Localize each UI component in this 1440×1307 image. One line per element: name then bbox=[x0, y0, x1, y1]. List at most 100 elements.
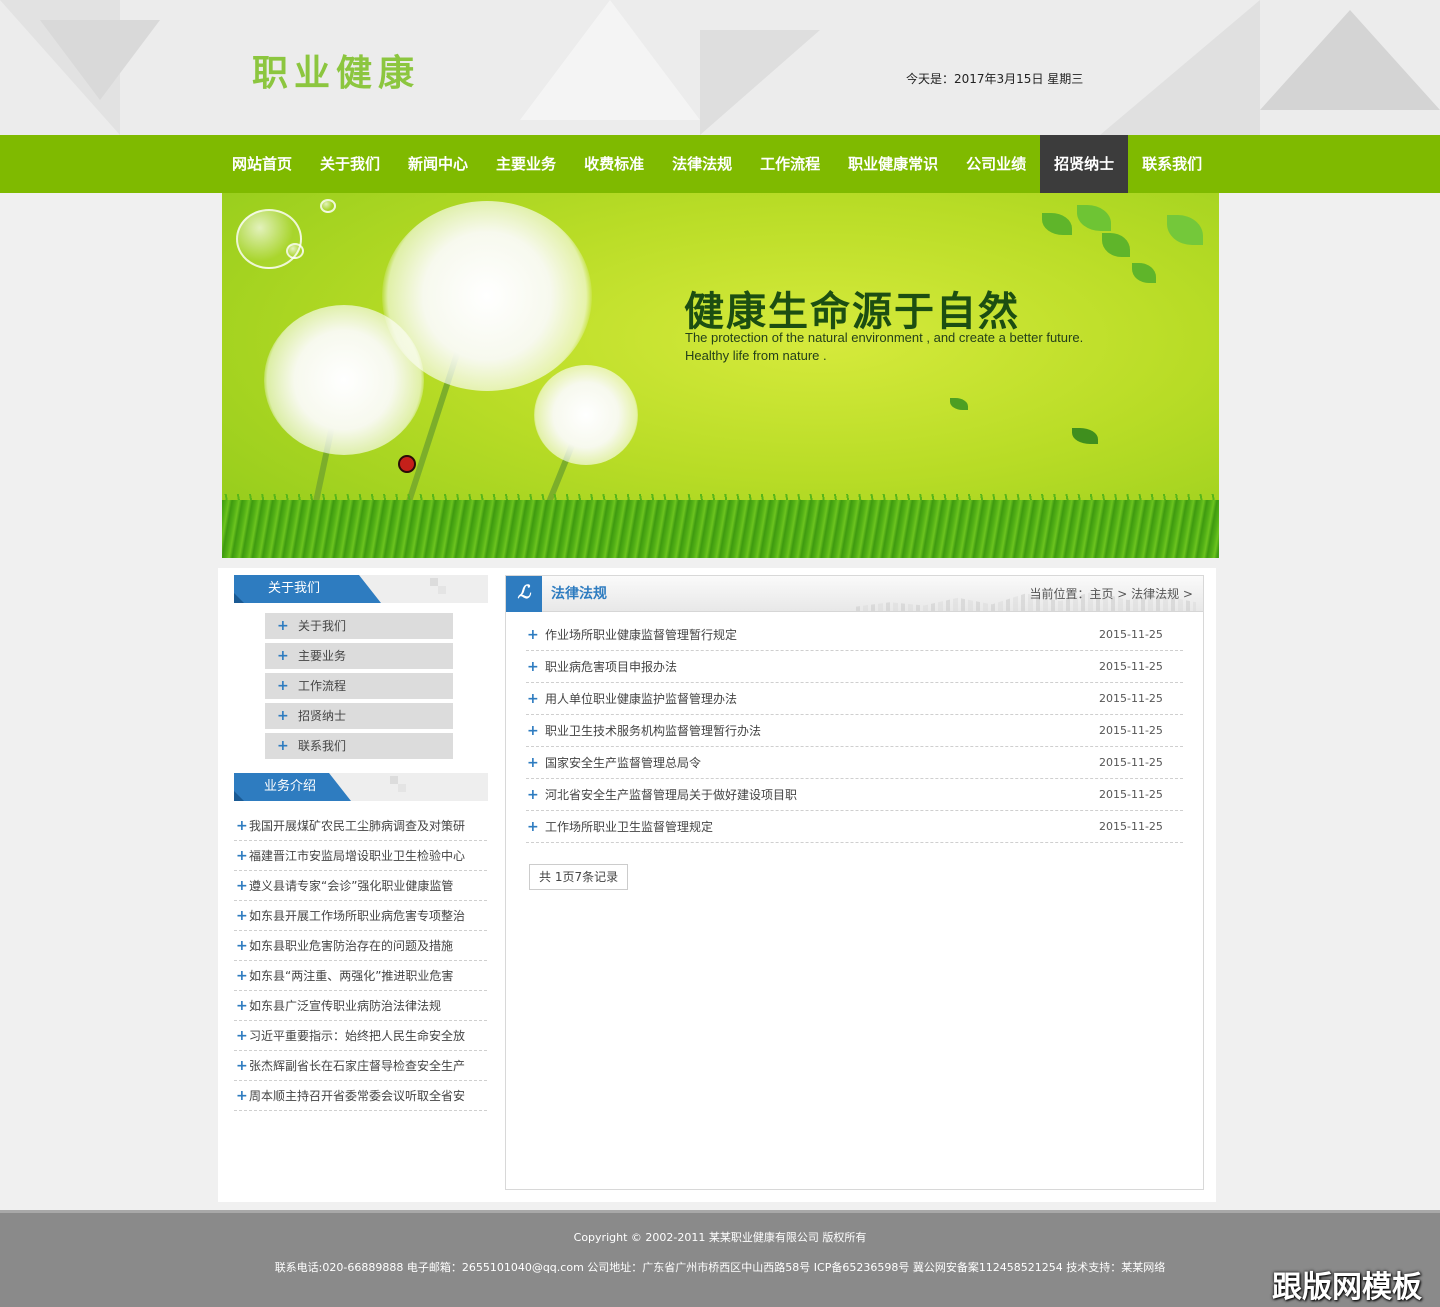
sidebar-business-header: 业务介绍 bbox=[234, 773, 488, 801]
dandelion-image bbox=[534, 365, 638, 465]
sidebar-item-about[interactable]: + 关于我们 bbox=[265, 613, 453, 639]
plus-icon: + bbox=[277, 678, 289, 694]
article-date: 2015-11-25 bbox=[1099, 756, 1163, 769]
list-item[interactable]: + 习近平重要指示：始终把人民生命安全放 bbox=[234, 1021, 487, 1051]
section-logo-icon: ℒ bbox=[506, 576, 542, 612]
nav-item-recruitment[interactable]: 招贤纳士 bbox=[1040, 135, 1129, 193]
hero-banner: 健康生命源于自然 The protection of the natural e… bbox=[222, 193, 1219, 558]
article-date: 2015-11-25 bbox=[1099, 660, 1163, 673]
sidebar-item-recruitment[interactable]: + 招贤纳士 bbox=[265, 703, 453, 729]
nav-item-news[interactable]: 新闻中心 bbox=[394, 135, 482, 193]
article-date: 2015-11-25 bbox=[1099, 628, 1163, 641]
nav-item-business[interactable]: 主要业务 bbox=[482, 135, 570, 193]
article-row[interactable]: + 河北省安全生产监督管理局关于做好建设项目职 2015-11-25 bbox=[526, 779, 1183, 811]
leaf-decoration bbox=[1072, 428, 1098, 444]
sidebar-about-list: + 关于我们 + 主要业务 + 工作流程 + 招贤纳士 + 联系我们 bbox=[265, 613, 488, 759]
nav-item-contact[interactable]: 联系我们 bbox=[1128, 135, 1216, 193]
plus-icon: + bbox=[236, 1058, 248, 1074]
article-title[interactable]: 作业场所职业健康监督管理暂行规定 bbox=[545, 628, 737, 642]
nav-item-laws[interactable]: 法律法规 bbox=[658, 135, 746, 193]
grass-decoration bbox=[222, 500, 1219, 558]
plus-icon: + bbox=[277, 738, 289, 754]
nav-item-workflow[interactable]: 工作流程 bbox=[746, 135, 834, 193]
article-row[interactable]: + 职业卫生技术服务机构监督管理暂行办法 2015-11-25 bbox=[526, 715, 1183, 747]
bubble-decoration bbox=[320, 199, 336, 213]
watermark-logo: 跟版网模板 bbox=[1272, 1270, 1422, 1305]
article-date: 2015-11-25 bbox=[1099, 788, 1163, 801]
list-item[interactable]: + 遵义县请专家“会诊”强化职业健康监管 bbox=[234, 871, 487, 901]
nav-item-fees[interactable]: 收费标准 bbox=[570, 135, 658, 193]
article-date: 2015-11-25 bbox=[1099, 820, 1163, 833]
sidebar-item-workflow[interactable]: + 工作流程 bbox=[265, 673, 453, 699]
article-title[interactable]: 职业卫生技术服务机构监督管理暂行办法 bbox=[545, 724, 761, 738]
article-title[interactable]: 用人单位职业健康监护监督管理办法 bbox=[545, 692, 737, 706]
plus-icon: + bbox=[527, 755, 539, 771]
article-title[interactable]: 河北省安全生产监督管理局关于做好建设项目职 bbox=[545, 788, 797, 802]
bubble-decoration bbox=[236, 209, 302, 269]
list-item[interactable]: + 如东县广泛宣传职业病防治法律法规 bbox=[234, 991, 487, 1021]
plus-icon: + bbox=[527, 659, 539, 675]
sidebar: 关于我们 + 关于我们 + 主要业务 + 工作流程 + 招贤纳士 + 联系我们 业务介绍 … bbox=[234, 575, 488, 1111]
plus-icon: + bbox=[236, 968, 248, 984]
article-title[interactable]: 工作场所职业卫生监督管理规定 bbox=[545, 820, 713, 834]
content-panel: ℒ 法律法规 当前位置：主页 > 法律法规 > + 作业场所职业健康监督管理暂行规… bbox=[505, 575, 1204, 1190]
list-item[interactable]: + 张杰辉副省长在石家庄督导检查安全生产 bbox=[234, 1051, 487, 1081]
article-row[interactable]: + 作业场所职业健康监督管理暂行规定 2015-11-25 bbox=[526, 619, 1183, 651]
nav-item-performance[interactable]: 公司业绩 bbox=[952, 135, 1040, 193]
banner-subtitle: The protection of the natural environmen… bbox=[685, 330, 1084, 363]
site-header: 职业健康 今天是：2017年3月15日 星期三 bbox=[0, 0, 1440, 135]
plus-icon: + bbox=[277, 708, 289, 724]
list-item[interactable]: + 周本顺主持召开省委常委会议听取全省安 bbox=[234, 1081, 487, 1111]
article-date: 2015-11-25 bbox=[1099, 692, 1163, 705]
list-item[interactable]: + 如东县“两注重、两强化”推进职业危害 bbox=[234, 961, 487, 991]
bubble-decoration bbox=[286, 243, 304, 259]
article-row[interactable]: + 用人单位职业健康监护监督管理办法 2015-11-25 bbox=[526, 683, 1183, 715]
page-title: 法律法规 bbox=[551, 586, 607, 602]
list-item[interactable]: + 如东县开展工作场所职业病危害专项整治 bbox=[234, 901, 487, 931]
site-footer: Copyright © 2002-2011 某某职业健康有限公司 版权所有 联系… bbox=[0, 1210, 1440, 1307]
article-row[interactable]: + 国家安全生产监督管理总局令 2015-11-25 bbox=[526, 747, 1183, 779]
footer-copyright: Copyright © 2002-2011 某某职业健康有限公司 版权所有 bbox=[573, 1231, 867, 1244]
sidebar-item-business[interactable]: + 主要业务 bbox=[265, 643, 453, 669]
article-row[interactable]: + 职业病危害项目申报办法 2015-11-25 bbox=[526, 651, 1183, 683]
plus-icon: + bbox=[277, 618, 289, 634]
leaf-decoration bbox=[1167, 215, 1203, 245]
article-row[interactable]: + 工作场所职业卫生监督管理规定 2015-11-25 bbox=[526, 811, 1183, 843]
list-item[interactable]: + 如东县职业危害防治存在的问题及措施 bbox=[234, 931, 487, 961]
article-title[interactable]: 职业病危害项目申报办法 bbox=[545, 660, 677, 674]
main-nav: 网站首页 关于我们 新闻中心 主要业务 收费标准 法律法规 工作流程 职业健康常… bbox=[0, 135, 1440, 193]
main-container: 关于我们 + 关于我们 + 主要业务 + 工作流程 + 招贤纳士 + 联系我们 业务介绍 … bbox=[218, 568, 1216, 1202]
list-item[interactable]: + 我国开展煤矿农民工尘肺病调查及对策研 bbox=[234, 811, 487, 841]
article-date: 2015-11-25 bbox=[1099, 724, 1163, 737]
leaf-decoration bbox=[1042, 213, 1072, 235]
plus-icon: + bbox=[236, 878, 248, 894]
article-title[interactable]: 国家安全生产监督管理总局令 bbox=[545, 756, 701, 770]
leaf-decoration bbox=[1132, 263, 1156, 283]
plus-icon: + bbox=[236, 938, 248, 954]
list-item[interactable]: + 福建晋江市安监局增设职业卫生检验中心 bbox=[234, 841, 487, 871]
breadcrumb[interactable]: 当前位置：主页 > 法律法规 > bbox=[1029, 576, 1193, 612]
ladybug-image bbox=[398, 455, 416, 473]
sidebar-business-list: + 我国开展煤矿农民工尘肺病调查及对策研 + 福建晋江市安监局增设职业卫生检验中心 … bbox=[234, 811, 487, 1111]
footer-contact: 联系电话:020-66889888 电子邮箱：2655101040@qq.com… bbox=[274, 1261, 1166, 1274]
sidebar-about-header: 关于我们 bbox=[234, 575, 488, 603]
leaf-decoration bbox=[1102, 233, 1130, 257]
content-header: ℒ 法律法规 当前位置：主页 > 法律法规 > bbox=[506, 576, 1203, 612]
plus-icon: + bbox=[527, 627, 539, 643]
plus-icon: + bbox=[277, 648, 289, 664]
nav-item-about[interactable]: 关于我们 bbox=[306, 135, 394, 193]
sidebar-item-contact[interactable]: + 联系我们 bbox=[265, 733, 453, 759]
plus-icon: + bbox=[236, 818, 248, 834]
nav-item-health-knowledge[interactable]: 职业健康常识 bbox=[834, 135, 952, 193]
plus-icon: + bbox=[527, 723, 539, 739]
plus-icon: + bbox=[527, 819, 539, 835]
nav-item-home[interactable]: 网站首页 bbox=[218, 135, 306, 193]
leaf-decoration bbox=[1077, 205, 1111, 231]
current-date: 今天是：2017年3月15日 星期三 bbox=[906, 72, 1084, 86]
leaf-decoration bbox=[950, 398, 968, 410]
plus-icon: + bbox=[236, 998, 248, 1014]
dandelion-image bbox=[264, 305, 424, 455]
site-logo[interactable]: 职业健康 bbox=[252, 44, 420, 96]
plus-icon: + bbox=[236, 1028, 248, 1044]
plus-icon: + bbox=[527, 787, 539, 803]
